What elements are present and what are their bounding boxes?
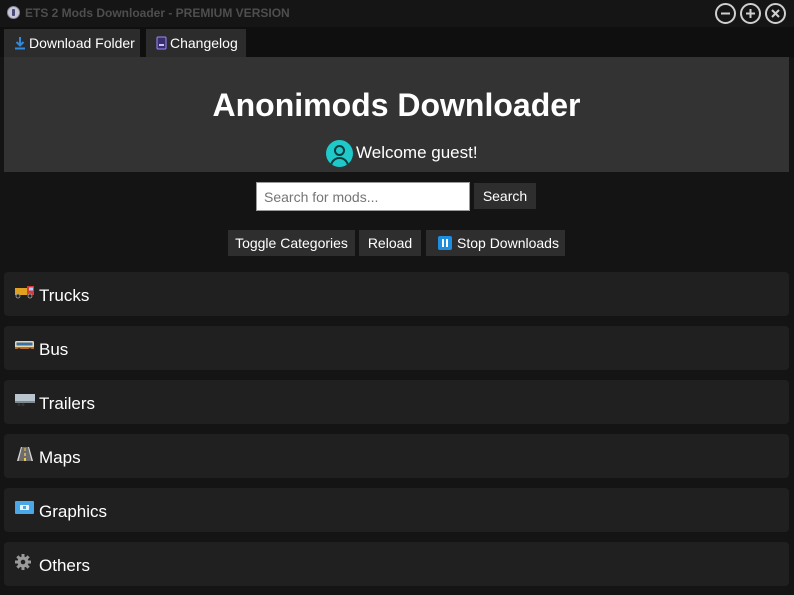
category-label: Bus <box>39 340 69 359</box>
road-icon <box>14 446 36 462</box>
4k-screen-icon <box>14 500 36 516</box>
close-button[interactable] <box>765 3 786 24</box>
welcome-text: Welcome guest! <box>356 143 478 162</box>
bus-icon <box>14 338 36 354</box>
maximize-button[interactable] <box>740 3 761 24</box>
app-logo-icon <box>7 6 20 19</box>
header-banner: Anonimods Downloader Welcome guest! <box>4 57 789 172</box>
user-avatar-icon <box>326 139 353 167</box>
truck-icon <box>14 284 36 300</box>
search-input[interactable] <box>256 182 470 211</box>
category-maps[interactable]: Maps <box>4 434 789 478</box>
category-trucks[interactable]: Trucks <box>4 272 789 316</box>
close-icon <box>771 9 780 18</box>
category-others[interactable]: Others <box>4 542 789 586</box>
minus-icon <box>721 12 730 15</box>
tab-download-folder[interactable]: Download Folder <box>4 29 140 57</box>
tab-changelog[interactable]: Changelog <box>146 29 246 57</box>
app-window: ETS 2 Mods Downloader - PREMIUM VERSION … <box>0 0 794 595</box>
page-title: Anonimods Downloader <box>212 87 581 123</box>
gear-icon <box>14 554 36 570</box>
trailer-icon <box>14 392 36 408</box>
category-label: Trucks <box>39 286 90 305</box>
tab-label: Changelog <box>170 35 238 51</box>
pause-icon <box>438 236 452 250</box>
reload-button[interactable]: Reload <box>359 230 421 256</box>
category-bus[interactable]: Bus <box>4 326 789 370</box>
category-label: Trailers <box>39 394 96 413</box>
document-icon <box>156 31 167 59</box>
title-bar[interactable]: ETS 2 Mods Downloader - PREMIUM VERSION <box>0 0 794 27</box>
minimize-button[interactable] <box>715 3 736 24</box>
category-graphics[interactable]: Graphics <box>4 488 789 532</box>
category-trailers[interactable]: Trailers <box>4 380 789 424</box>
category-label: Others <box>39 556 91 575</box>
welcome-row: Welcome guest! <box>326 139 478 167</box>
plus-icon <box>746 9 755 18</box>
search-button[interactable]: Search <box>474 183 536 209</box>
toggle-categories-button[interactable]: Toggle Categories <box>228 230 355 256</box>
tab-label: Download Folder <box>29 35 135 51</box>
window-title: ETS 2 Mods Downloader - PREMIUM VERSION <box>25 6 290 20</box>
download-icon <box>14 31 26 59</box>
category-label: Maps <box>39 448 81 467</box>
stop-downloads-button[interactable]: Stop Downloads <box>426 230 565 256</box>
category-label: Graphics <box>39 502 108 521</box>
stop-downloads-label: Stop Downloads <box>457 235 559 251</box>
tab-bar: Download Folder Changelog <box>0 27 794 57</box>
